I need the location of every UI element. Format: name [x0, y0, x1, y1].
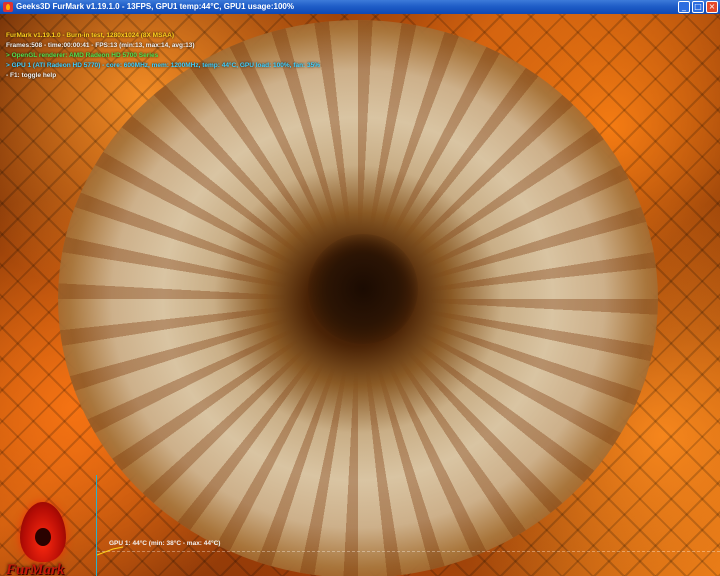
furmark-app-icon[interactable]: [3, 2, 13, 12]
temperature-graph: GPU 1: 44°C (min: 38°C - max: 44°C): [96, 475, 720, 576]
donut-core: [308, 234, 418, 344]
hud-renderer-line: > OpenGL renderer: AMD Radeon HD 5700 Se…: [6, 52, 159, 59]
graph-threshold-line: [97, 551, 720, 552]
hud-frames-line: Frames:508 - time:00:00:41 - FPS:13 (min…: [6, 42, 195, 49]
window-controls: _ □ ×: [678, 1, 718, 13]
window-title: Geeks3D FurMark v1.19.1.0 - 13FPS, GPU1 …: [16, 2, 294, 11]
hud-help-line: - F1: toggle help: [6, 72, 57, 79]
hud-gpu-line: > GPU 1 (ATI Radeon HD 5770) - core: 600…: [6, 62, 321, 69]
render-viewport[interactable]: FurMark v1.19.1.0 - Burn-in test, 1280x1…: [0, 14, 720, 576]
logo-eye: [35, 528, 51, 546]
furmark-window: Geeks3D FurMark v1.19.1.0 - 13FPS, GPU1 …: [0, 0, 720, 576]
furmark-logo: FurMark: [4, 500, 94, 576]
minimize-button[interactable]: _: [678, 1, 690, 13]
title-bar[interactable]: Geeks3D FurMark v1.19.1.0 - 13FPS, GPU1 …: [0, 0, 720, 14]
temperature-graph-label: GPU 1: 44°C (min: 38°C - max: 44°C): [109, 540, 221, 547]
close-button[interactable]: ×: [706, 1, 718, 13]
maximize-button[interactable]: □: [692, 1, 704, 13]
hud-version-line: FurMark v1.19.1.0 - Burn-in test, 1280x1…: [6, 32, 174, 39]
logo-text: FurMark: [6, 562, 65, 576]
hud-overlay: FurMark v1.19.1.0 - Burn-in test, 1280x1…: [6, 31, 320, 81]
